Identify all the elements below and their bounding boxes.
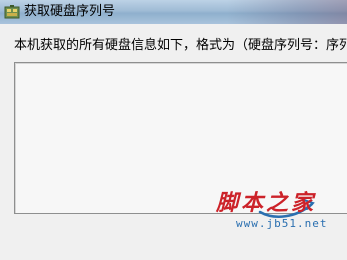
watermark-url: www.jb51.net (236, 217, 328, 230)
watermark-brand: 脚本之家 (216, 190, 317, 216)
instruction-label: 本机获取的所有硬盘信息如下，格式为（硬盘序列号：序列号错 (14, 38, 347, 53)
app-icon[interactable] (4, 4, 20, 20)
window-title: 获取硬盘序列号 (24, 4, 116, 19)
title-bar[interactable]: 获取硬盘序列号 (0, 0, 347, 24)
watermark: 脚本之家 www.jb51.net (216, 190, 347, 236)
title-bar-sheen (227, 0, 347, 24)
app-window: 获取硬盘序列号 本机获取的所有硬盘信息如下，格式为（硬盘序列号：序列号错 脚本之… (0, 0, 347, 260)
